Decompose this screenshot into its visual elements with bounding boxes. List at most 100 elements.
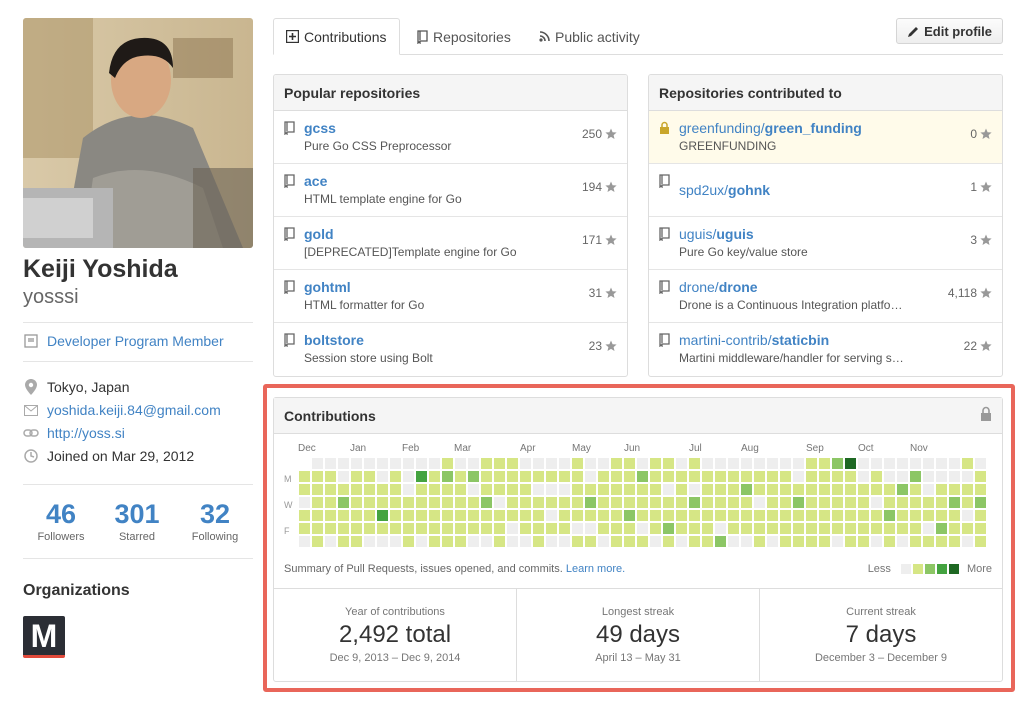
repo-name-link[interactable]: boltstore — [304, 332, 364, 348]
contribution-day-cell[interactable] — [429, 523, 440, 534]
contribution-day-cell[interactable] — [910, 536, 921, 547]
contribution-day-cell[interactable] — [572, 523, 583, 534]
contribution-day-cell[interactable] — [299, 510, 310, 521]
contribution-day-cell[interactable] — [910, 523, 921, 534]
contribution-day-cell[interactable] — [468, 523, 479, 534]
contribution-day-cell[interactable] — [468, 484, 479, 495]
contribution-day-cell[interactable] — [715, 471, 726, 482]
contribution-day-cell[interactable] — [494, 471, 505, 482]
repo-name-link[interactable]: drone — [719, 279, 758, 295]
contribution-day-cell[interactable] — [442, 510, 453, 521]
contribution-day-cell[interactable] — [429, 471, 440, 482]
contribution-day-cell[interactable] — [403, 523, 414, 534]
repo-owner-link[interactable]: uguis/ — [679, 226, 716, 242]
repo-name-link[interactable]: uguis — [716, 226, 753, 242]
repo-owner-link[interactable]: greenfunding/ — [679, 120, 765, 136]
repo-name[interactable]: gcss — [304, 119, 617, 137]
contribution-day-cell[interactable] — [325, 458, 336, 469]
contribution-day-cell[interactable] — [780, 471, 791, 482]
contribution-day-cell[interactable] — [650, 471, 661, 482]
starred-count[interactable]: 301 — [99, 498, 175, 530]
contribution-day-cell[interactable] — [962, 471, 973, 482]
contribution-day-cell[interactable] — [663, 471, 674, 482]
contribution-day-cell[interactable] — [351, 523, 362, 534]
contribution-day-cell[interactable] — [663, 510, 674, 521]
repo-row[interactable]: martini-contrib/staticbin Martini middlew… — [649, 323, 1002, 376]
repo-name-link[interactable]: gohnk — [728, 182, 770, 198]
contribution-day-cell[interactable] — [728, 497, 739, 508]
following-stat[interactable]: 32 Following — [177, 498, 253, 544]
contribution-day-cell[interactable] — [377, 471, 388, 482]
contribution-day-cell[interactable] — [806, 458, 817, 469]
contribution-day-cell[interactable] — [507, 536, 518, 547]
contribution-day-cell[interactable] — [546, 497, 557, 508]
contribution-day-cell[interactable] — [975, 523, 986, 534]
contribution-day-cell[interactable] — [312, 471, 323, 482]
contribution-day-cell[interactable] — [676, 523, 687, 534]
contribution-day-cell[interactable] — [650, 536, 661, 547]
contribution-day-cell[interactable] — [975, 484, 986, 495]
contribution-day-cell[interactable] — [715, 523, 726, 534]
contribution-day-cell[interactable] — [845, 523, 856, 534]
starred-stat[interactable]: 301 Starred — [99, 498, 175, 544]
contribution-day-cell[interactable] — [728, 458, 739, 469]
contribution-day-cell[interactable] — [793, 497, 804, 508]
contribution-day-cell[interactable] — [598, 497, 609, 508]
contribution-day-cell[interactable] — [910, 471, 921, 482]
contribution-day-cell[interactable] — [650, 497, 661, 508]
contribution-day-cell[interactable] — [728, 536, 739, 547]
contribution-day-cell[interactable] — [936, 471, 947, 482]
contribution-day-cell[interactable] — [741, 497, 752, 508]
contribution-day-cell[interactable] — [546, 471, 557, 482]
contribution-day-cell[interactable] — [936, 497, 947, 508]
contribution-day-cell[interactable] — [416, 510, 427, 521]
tab-contributions[interactable]: Contributions — [273, 18, 400, 55]
contribution-day-cell[interactable] — [572, 497, 583, 508]
contribution-day-cell[interactable] — [871, 471, 882, 482]
contribution-day-cell[interactable] — [351, 484, 362, 495]
contribution-day-cell[interactable] — [442, 523, 453, 534]
contribution-day-cell[interactable] — [884, 458, 895, 469]
contribution-day-cell[interactable] — [429, 497, 440, 508]
contribution-day-cell[interactable] — [598, 484, 609, 495]
contribution-day-cell[interactable] — [624, 536, 635, 547]
repo-name[interactable]: boltstore — [304, 331, 617, 349]
repo-owner-link[interactable]: martini-contrib/ — [679, 332, 772, 348]
contribution-day-cell[interactable] — [923, 497, 934, 508]
contribution-day-cell[interactable] — [455, 458, 466, 469]
contribution-day-cell[interactable] — [338, 536, 349, 547]
contribution-day-cell[interactable] — [676, 510, 687, 521]
contribution-day-cell[interactable] — [884, 471, 895, 482]
contribution-day-cell[interactable] — [793, 471, 804, 482]
contribution-day-cell[interactable] — [858, 484, 869, 495]
repo-name[interactable]: ace — [304, 172, 617, 190]
tab-repositories[interactable]: Repositories — [405, 18, 523, 55]
contribution-day-cell[interactable] — [650, 458, 661, 469]
contribution-day-cell[interactable] — [689, 536, 700, 547]
contribution-day-cell[interactable] — [975, 536, 986, 547]
contribution-day-cell[interactable] — [832, 484, 843, 495]
contribution-day-cell[interactable] — [624, 497, 635, 508]
contribution-day-cell[interactable] — [650, 523, 661, 534]
contribution-day-cell[interactable] — [975, 458, 986, 469]
contribution-day-cell[interactable] — [819, 484, 830, 495]
contribution-day-cell[interactable] — [429, 458, 440, 469]
contribution-day-cell[interactable] — [702, 523, 713, 534]
contribution-day-cell[interactable] — [312, 510, 323, 521]
contribution-day-cell[interactable] — [897, 471, 908, 482]
contribution-day-cell[interactable] — [533, 510, 544, 521]
contribution-day-cell[interactable] — [650, 510, 661, 521]
contribution-day-cell[interactable] — [741, 523, 752, 534]
contribution-day-cell[interactable] — [741, 536, 752, 547]
contribution-day-cell[interactable] — [442, 458, 453, 469]
contribution-day-cell[interactable] — [559, 471, 570, 482]
contribution-day-cell[interactable] — [663, 523, 674, 534]
contribution-day-cell[interactable] — [936, 484, 947, 495]
contribution-day-cell[interactable] — [338, 484, 349, 495]
contribution-day-cell[interactable] — [871, 484, 882, 495]
contribution-day-cell[interactable] — [559, 497, 570, 508]
contribution-day-cell[interactable] — [325, 510, 336, 521]
contribution-day-cell[interactable] — [845, 497, 856, 508]
contribution-day-cell[interactable] — [364, 523, 375, 534]
contribution-day-cell[interactable] — [767, 497, 778, 508]
